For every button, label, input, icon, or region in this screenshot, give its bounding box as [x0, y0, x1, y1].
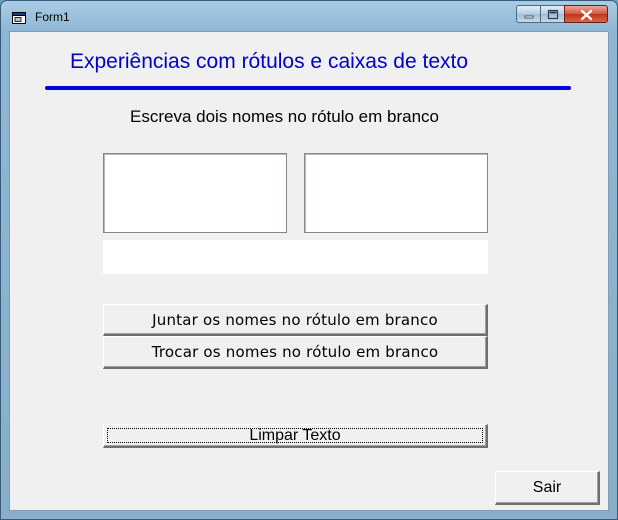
form-client-area: Experiências com rótulos e caixas de tex… — [9, 31, 609, 511]
minimize-icon — [524, 15, 534, 19]
second-name-textbox[interactable] — [304, 153, 488, 233]
heading-underline — [45, 86, 571, 90]
close-icon — [580, 9, 593, 21]
form-heading: Experiências com rótulos e caixas de tex… — [70, 50, 469, 73]
instruction-label: Escreva dois nomes no rótulo em branco — [130, 107, 439, 126]
close-button[interactable] — [564, 5, 608, 23]
window-title: Form1 — [35, 10, 70, 24]
exit-button-label: Sair — [532, 478, 562, 496]
exit-button[interactable]: Sair — [495, 471, 600, 505]
app-window: Form1 Experiências com rótulos e caixas … — [0, 0, 618, 520]
title-bar[interactable]: Form1 — [1, 1, 617, 31]
minimize-button[interactable] — [516, 5, 541, 23]
join-names-button[interactable]: Juntar os nomes no rótulo em branco — [103, 304, 488, 336]
clear-text-button[interactable]: Limpar Texto — [103, 424, 488, 448]
maximize-icon — [547, 9, 559, 20]
clear-text-button-label: Limpar Texto — [249, 426, 341, 444]
first-name-textbox[interactable] — [103, 153, 287, 233]
app-window-icon[interactable] — [12, 11, 26, 24]
maximize-button[interactable] — [540, 5, 565, 23]
result-label — [103, 240, 488, 274]
join-names-button-label: Juntar os nomes no rótulo em branco — [152, 310, 438, 329]
swap-names-button-label: Trocar os nomes no rótulo em branco — [151, 343, 439, 361]
swap-names-button[interactable]: Trocar os nomes no rótulo em branco — [103, 336, 488, 369]
